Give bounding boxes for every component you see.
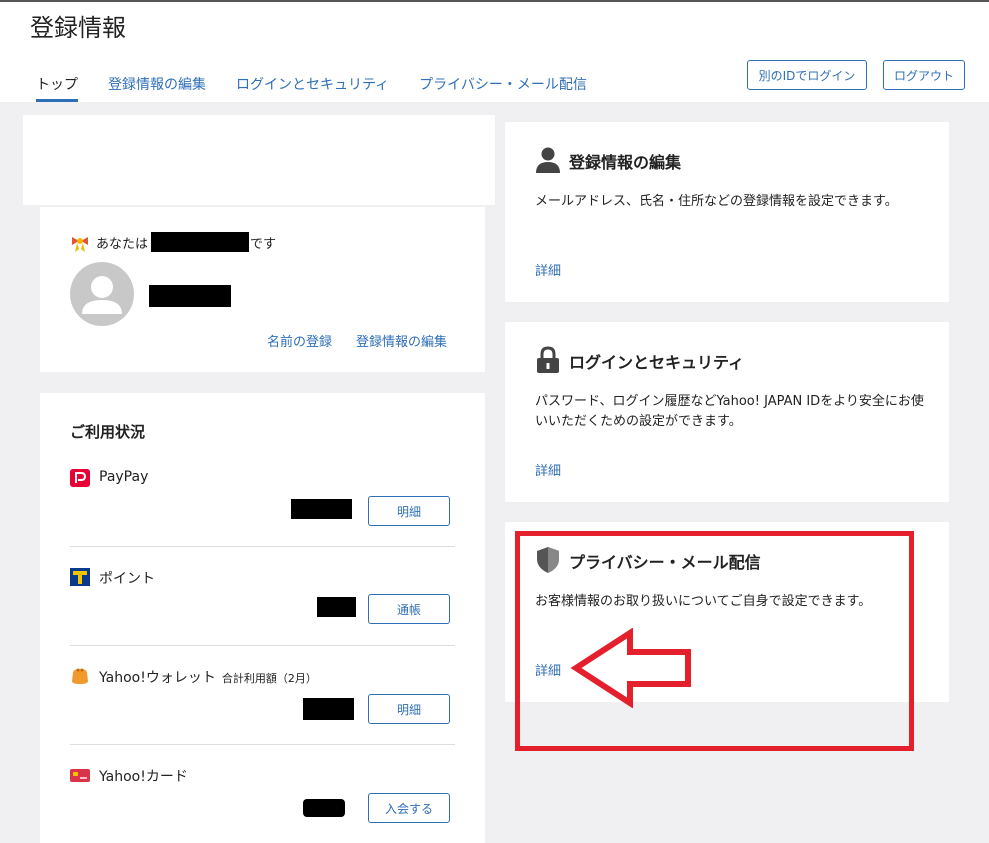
paypay-detail-button[interactable]: 明細 [368,496,450,526]
card-title: 登録情報の編集 [569,153,682,172]
left-arrow-icon [570,628,691,708]
service-name: Yahoo!カード [99,769,188,785]
paypay-icon [70,469,90,487]
card-title: ログインとセキュリティ [569,353,745,372]
tab-edit-info[interactable]: 登録情報の編集 [108,74,206,102]
tab-login-security[interactable]: ログインとセキュリティ [236,74,389,102]
divider [70,645,455,646]
service-row-paypay: PayPay 明細 [70,469,455,529]
redacted-amount [317,597,356,617]
card-title: プライバシー・メール配信 [569,553,761,572]
owner-suffix: です [250,237,277,252]
edit-info-link[interactable]: 登録情報の編集 [356,331,447,350]
user-icon [536,147,560,173]
redacted-display-name [149,285,231,307]
wallet-sublabel: 合計利用額（2月） [221,672,317,685]
profile-card: あなたは です 名前の登録 登録情報の編集 [40,207,485,372]
tab-bar: トップ 登録情報の編集 ログインとセキュリティ プライバシー・メール配信 [36,74,617,102]
wallet-name: Yahoo!ウォレット [99,670,216,686]
ribbon-icon [72,237,88,252]
tab-top[interactable]: トップ [36,74,78,102]
service-row-wallet: Yahoo!ウォレット 合計利用額（2月） 明細 [70,667,455,727]
wallet-icon [72,668,88,684]
lock-icon [537,346,559,373]
point-passbook-button[interactable]: 通帳 [368,594,450,624]
card-icon [70,769,90,782]
login-other-id-button[interactable]: 別のIDでログイン [747,60,867,90]
shield-icon [537,547,559,573]
service-name: ポイント [99,571,155,587]
edit-info-detail-link[interactable]: 詳細 [535,260,561,279]
register-name-link[interactable]: 名前の登録 [267,331,332,350]
service-name: PayPay [99,469,149,485]
wallet-detail-button[interactable]: 明細 [368,694,450,724]
usage-card: ご利用状況 PayPay 明細 ポイント 通帳 Yahoo!ウォレット 合計利用額… [40,393,485,843]
login-security-card: ログインとセキュリティ パスワード、ログイン履歴などYahoo! JAPAN I… [505,322,949,502]
service-name: Yahoo!ウォレット 合計利用額（2月） [99,667,317,687]
divider [70,744,455,745]
redacted-username [151,232,249,252]
redacted-amount [303,799,345,817]
page-header: 登録情報 トップ 登録情報の編集 ログインとセキュリティ プライバシー・メール配… [0,2,989,102]
privacy-mail-detail-link[interactable]: 詳細 [535,660,561,679]
avatar [70,262,134,326]
card-join-button[interactable]: 入会する [368,793,450,823]
t-point-icon [70,568,90,586]
tab-privacy-mail[interactable]: プライバシー・メール配信 [419,74,587,102]
card-description: お客様情報のお取り扱いについてご自身で設定できます。 [535,594,872,609]
logout-button[interactable]: ログアウト [883,60,965,90]
redacted-amount [291,499,352,519]
login-security-detail-link[interactable]: 詳細 [535,460,561,479]
edit-info-card: 登録情報の編集 メールアドレス、氏名・住所などの登録情報を設定できます。 詳細 [505,122,949,302]
avatar-person-icon [82,276,122,314]
blank-banner-area [23,115,495,205]
owner-prefix: あなたは [96,237,149,252]
redacted-amount [303,698,354,720]
page-title: 登録情報 [30,14,126,42]
service-row-card: Yahoo!カード 入会する [70,766,455,826]
divider [70,546,455,547]
service-row-point: ポイント 通帳 [70,568,455,628]
usage-title: ご利用状況 [70,423,146,441]
card-description: メールアドレス、氏名・住所などの登録情報を設定できます。 [535,194,898,209]
card-description: パスワード、ログイン履歴などYahoo! JAPAN IDをより安全にお使いいた… [535,394,924,429]
